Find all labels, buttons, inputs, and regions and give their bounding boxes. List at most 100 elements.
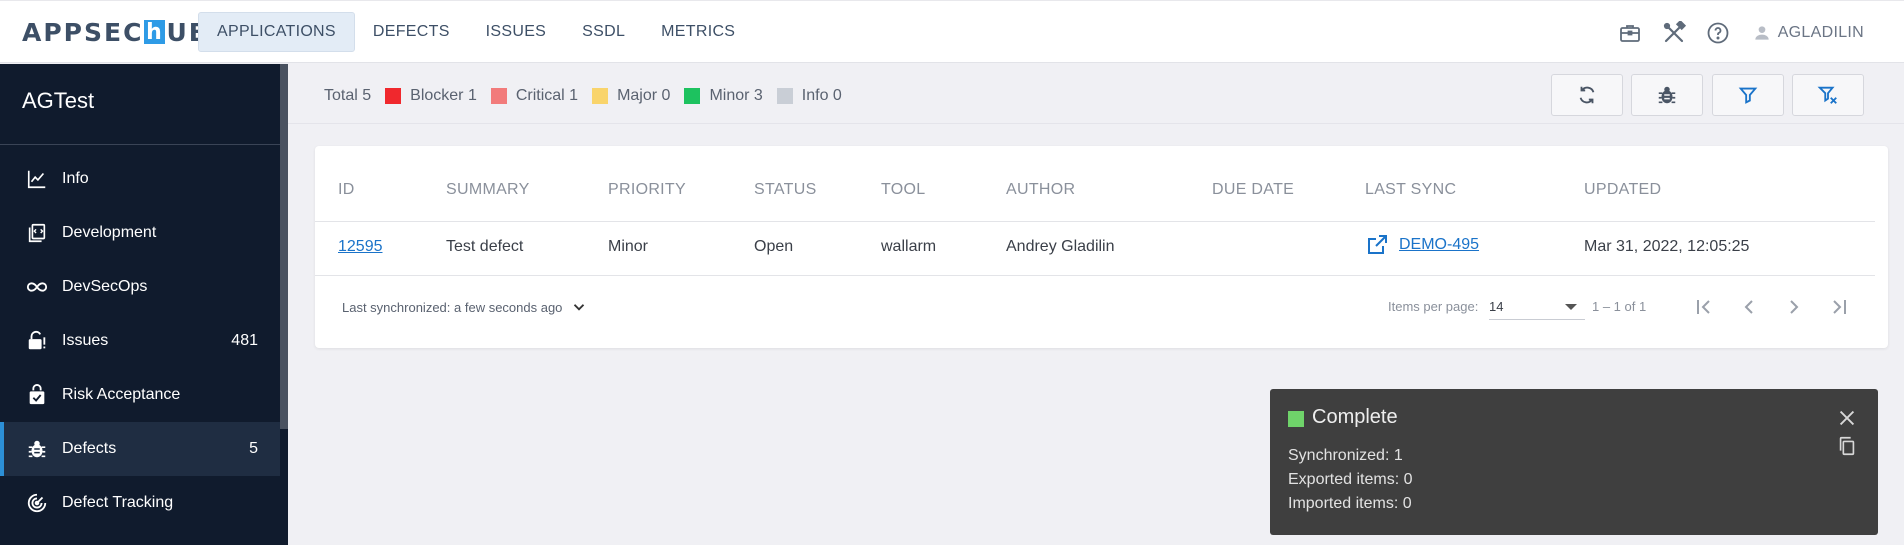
row-divider <box>315 275 1875 276</box>
nav-metrics[interactable]: METRICS <box>643 12 753 52</box>
sidebar: AGTest Info Development DevSecOps Issues… <box>0 64 288 545</box>
chevron-right-icon <box>1790 300 1799 314</box>
close-icon[interactable] <box>1836 407 1858 429</box>
toast-exported: Exported items: 0 <box>1288 471 1413 488</box>
dropdown-caret-icon <box>1565 304 1577 310</box>
last-page-button[interactable] <box>1823 291 1855 323</box>
info-label: Info 0 <box>801 87 842 104</box>
severity-critical: Critical 1 <box>490 87 579 105</box>
last-synchronized-toggle[interactable]: Last synchronized: a few seconds ago <box>342 298 588 316</box>
briefcase-icon[interactable] <box>1608 11 1652 55</box>
filter-button[interactable] <box>1712 74 1784 116</box>
first-page-icon <box>1697 300 1710 314</box>
first-page-button[interactable] <box>1688 291 1720 323</box>
nav-issues[interactable]: ISSUES <box>468 12 565 52</box>
defect-id-link[interactable]: 12595 <box>338 238 383 256</box>
sidebar-item-label: Issues <box>62 332 109 349</box>
prev-page-button[interactable] <box>1733 291 1765 323</box>
bug-button[interactable] <box>1631 74 1703 116</box>
severity-blocker: Blocker 1 <box>385 87 477 105</box>
major-swatch <box>592 88 609 104</box>
sidebar-item-defects[interactable]: Defects 5 <box>0 422 280 476</box>
items-per-page-label: Items per page: <box>1388 299 1479 314</box>
nav-applications[interactable]: APPLICATIONS <box>198 12 355 52</box>
sync-button[interactable] <box>1551 74 1623 116</box>
filter-icon <box>1738 87 1758 104</box>
cell-priority: Minor <box>608 238 649 255</box>
bug-icon <box>28 440 46 458</box>
critical-label: Critical 1 <box>515 87 579 104</box>
items-per-page-select[interactable]: 14 <box>1489 294 1585 320</box>
sidebar-item-label: DevSecOps <box>62 278 148 295</box>
chevron-down-icon <box>574 304 585 311</box>
help-icon[interactable] <box>1696 11 1740 55</box>
col-header-priority[interactable]: PRIORITY <box>608 181 686 199</box>
minor-swatch <box>684 88 701 104</box>
clear-filter-button[interactable] <box>1792 74 1864 116</box>
col-header-tool[interactable]: TOOL <box>881 181 925 199</box>
defects-summary-bar: Total 5 Blocker 1 Critical 1 Major 0 Min… <box>288 64 1904 124</box>
sidebar-item-devsecops[interactable]: DevSecOps <box>0 260 280 314</box>
project-title: AGTest <box>22 88 95 113</box>
user-menu[interactable]: AGLADILIN <box>1752 23 1864 43</box>
status-indicator <box>1288 411 1304 427</box>
col-header-summary[interactable]: SUMMARY <box>446 181 530 199</box>
sync-complete-toast: Complete Synchronized: 1 Exported items:… <box>1270 389 1878 535</box>
shield-check-icon <box>29 384 45 405</box>
col-header-last-sync[interactable]: LAST SYNC <box>1365 181 1456 199</box>
last-page-icon <box>1833 300 1846 314</box>
nav-ssdl[interactable]: SSDL <box>564 12 643 52</box>
top-right-controls: AGLADILIN <box>1608 1 1904 64</box>
col-header-id[interactable]: ID <box>338 181 355 199</box>
logo-text-1: APPSEC <box>22 17 144 47</box>
sidebar-scrollbar[interactable] <box>280 64 288 429</box>
code-file-icon <box>28 223 46 243</box>
sidebar-item-label: Defect Tracking <box>62 494 174 511</box>
major-label: Major 0 <box>617 87 671 104</box>
next-page-button[interactable] <box>1778 291 1810 323</box>
last-sync-text[interactable]: DEMO-495 <box>1399 236 1479 254</box>
toast-synchronized: Synchronized: 1 <box>1288 447 1403 464</box>
cell-summary: Test defect <box>446 238 524 255</box>
chart-line-icon <box>27 170 46 189</box>
last-sync-link[interactable]: DEMO-495 <box>1365 233 1479 257</box>
infinity-icon <box>26 282 48 292</box>
filter-clear-icon <box>1817 86 1837 104</box>
copy-icon[interactable] <box>1836 435 1858 457</box>
user-icon <box>1755 25 1769 40</box>
sidebar-item-defect-tracking[interactable]: Defect Tracking <box>0 476 280 530</box>
defects-count: 5 <box>249 440 258 457</box>
blocker-label: Blocker 1 <box>410 87 477 104</box>
sidebar-item-label: Risk Acceptance <box>62 386 181 403</box>
col-header-status[interactable]: STATUS <box>754 181 817 199</box>
sidebar-item-risk-acceptance[interactable]: Risk Acceptance <box>0 368 280 422</box>
pagination-range: 1 – 1 of 1 <box>1592 299 1647 314</box>
issues-count: 481 <box>231 332 258 349</box>
cell-author: Andrey Gladilin <box>1006 238 1115 255</box>
sidebar-item-development[interactable]: Development <box>0 206 280 260</box>
severity-minor: Minor 3 <box>684 87 763 105</box>
sidebar-item-info[interactable]: Info <box>0 152 280 206</box>
tools-icon[interactable] <box>1652 11 1696 55</box>
sidebar-divider <box>0 144 280 145</box>
cell-tool: wallarm <box>881 238 937 255</box>
severity-summary: Total 5 Blocker 1 Critical 1 Major 0 Min… <box>324 87 856 105</box>
col-header-due-date[interactable]: DUE DATE <box>1212 181 1294 199</box>
col-header-updated[interactable]: UPDATED <box>1584 181 1661 199</box>
cell-updated: Mar 31, 2022, 12:05:25 <box>1584 238 1750 255</box>
items-per-page-value: 14 <box>1489 299 1504 314</box>
nav-defects[interactable]: DEFECTS <box>355 12 468 52</box>
col-header-author[interactable]: AUTHOR <box>1006 181 1075 199</box>
external-link-icon <box>1368 235 1387 254</box>
top-bar: APPSEC h UB APPLICATIONS DEFECTS ISSUES SS… <box>0 0 1904 63</box>
cell-status: Open <box>754 238 794 255</box>
username: AGLADILIN <box>1777 23 1864 41</box>
toast-imported: Imported items: 0 <box>1288 495 1412 512</box>
chevron-left-icon <box>1744 300 1753 314</box>
main-nav: APPLICATIONS DEFECTS ISSUES SSDL METRICS <box>198 12 753 52</box>
defects-table-card: ID SUMMARY PRIORITY STATUS TOOL AUTHOR D… <box>315 146 1888 348</box>
sidebar-item-issues[interactable]: Issues 481 <box>0 314 280 368</box>
appsechub-logo[interactable]: APPSEC h UB <box>22 16 210 48</box>
info-swatch <box>776 88 793 104</box>
sidebar-item-label: Development <box>62 224 157 241</box>
